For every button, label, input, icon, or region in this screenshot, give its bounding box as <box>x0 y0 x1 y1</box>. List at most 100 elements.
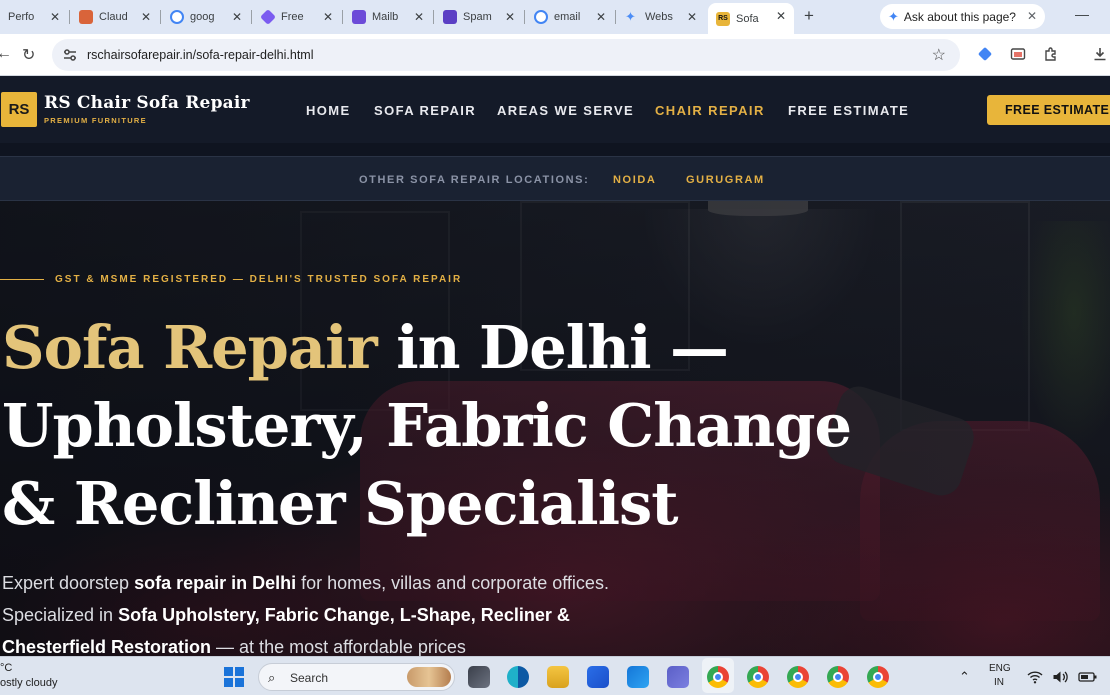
address-bar[interactable]: rschairsofarepair.in/sofa-repair-delhi.h… <box>52 39 960 71</box>
location-link-gurugram[interactable]: GURUGRAM <box>686 174 765 186</box>
gemini-spark-icon: ✦ <box>888 8 899 24</box>
download-icon[interactable] <box>1092 46 1108 62</box>
language-indicator[interactable]: ENG <box>989 663 1011 674</box>
tab-title: goog <box>190 11 215 23</box>
gemini-spark-icon: ✦ <box>625 9 636 24</box>
browser-tab[interactable]: goog ✕ <box>162 4 250 30</box>
headline-highlight: Sofa Repair <box>2 313 378 382</box>
battery-icon[interactable] <box>1078 670 1098 684</box>
browser-tab-active[interactable]: RS Sofa ✕ <box>708 3 794 34</box>
chrome-icon[interactable] <box>707 666 729 688</box>
tab-title: Mailb <box>372 11 399 23</box>
hero-section: GST & MSME REGISTERED — DELHI'S TRUSTED … <box>0 201 1110 656</box>
lead-emphasis: sofa repair in Delhi <box>134 573 297 593</box>
close-tab-icon[interactable]: ✕ <box>232 10 242 24</box>
mailbox-favicon-icon <box>352 10 366 24</box>
chrome-icon[interactable] <box>787 666 809 688</box>
location-link-noida[interactable]: NOIDA <box>613 174 656 186</box>
close-tab-icon[interactable]: ✕ <box>687 10 697 24</box>
tab-title: email <box>554 11 581 23</box>
logo-title[interactable]: RS Chair Sofa Repair <box>44 93 250 113</box>
chrome-icon[interactable] <box>867 666 889 688</box>
google-favicon-icon <box>170 10 184 24</box>
reload-icon[interactable]: ↻ <box>22 45 35 65</box>
headline-line1-rest: in Delhi — <box>376 313 729 382</box>
claude-favicon-icon <box>79 10 93 24</box>
file-explorer-icon[interactable] <box>547 666 569 688</box>
minimize-window-icon[interactable]: — <box>1075 6 1089 22</box>
weather-temp[interactable]: °C <box>0 662 12 674</box>
edge-browser-icon[interactable] <box>507 666 529 688</box>
other-locations-label: OTHER SOFA REPAIR LOCATIONS: <box>359 174 590 186</box>
tab-title: Perfo <box>8 11 35 23</box>
close-tab-icon[interactable]: ✕ <box>776 9 786 23</box>
chrome-icon[interactable] <box>747 666 769 688</box>
back-icon[interactable]: ← <box>0 45 12 63</box>
browser-tab[interactable]: Claud ✕ <box>71 4 159 30</box>
close-tab-icon[interactable]: ✕ <box>596 10 606 24</box>
task-view-icon[interactable] <box>468 666 490 688</box>
close-tab-icon[interactable]: ✕ <box>323 10 333 24</box>
browser-tab-strip: Perfo ✕ Claud ✕ goog ✕ Free ✕ Mailb ✕ Sp… <box>0 0 1110 34</box>
google-favicon-icon <box>534 10 548 24</box>
site-info-icon[interactable] <box>62 47 78 63</box>
new-tab-icon[interactable]: + <box>804 6 814 26</box>
close-tab-icon[interactable]: ✕ <box>414 10 424 24</box>
rs-favicon-icon: RS <box>716 11 730 26</box>
other-locations-bar: OTHER SOFA REPAIR LOCATIONS: NOIDA GURUG… <box>0 156 1110 201</box>
headline-line2: Upholstery, Fabric Change <box>2 391 852 460</box>
tab-separator <box>524 10 525 24</box>
extensions-icon[interactable] <box>1043 46 1059 62</box>
tab-separator <box>433 10 434 24</box>
logo-badge[interactable]: RS <box>1 92 37 127</box>
outlook-mail-icon[interactable] <box>627 666 649 688</box>
browser-tab[interactable]: Mailb ✕ <box>344 4 432 30</box>
free-estimate-button[interactable]: FREE ESTIMATE <box>987 95 1110 125</box>
close-tab-icon[interactable]: ✕ <box>50 10 60 24</box>
wifi-icon[interactable] <box>1027 670 1043 684</box>
tab-separator <box>69 10 70 24</box>
hero-eyebrow: GST & MSME REGISTERED — DELHI'S TRUSTED … <box>55 274 463 285</box>
tab-separator <box>342 10 343 24</box>
google-lens-icon[interactable] <box>977 46 993 62</box>
cube-favicon-icon <box>260 9 276 25</box>
show-hidden-icons-icon[interactable]: ⌃ <box>959 669 970 685</box>
url-text[interactable]: rschairsofarepair.in/sofa-repair-delhi.h… <box>87 48 313 62</box>
browser-tab[interactable]: email ✕ <box>526 4 614 30</box>
tab-title: Free <box>281 11 304 23</box>
cast-icon[interactable] <box>1010 46 1026 62</box>
nav-link-home[interactable]: HOME <box>306 103 351 118</box>
close-tab-icon[interactable]: ✕ <box>141 10 151 24</box>
search-icon: ⌕ <box>268 670 276 685</box>
lead-text: — at the most affordable prices <box>211 637 466 656</box>
browser-tab[interactable]: Free ✕ <box>253 4 341 30</box>
close-tab-icon[interactable]: ✕ <box>505 10 515 24</box>
bookmark-star-icon[interactable]: ☆ <box>932 45 946 65</box>
browser-toolbar: ← ↻ rschairsofarepair.in/sofa-repair-del… <box>0 34 1110 76</box>
close-chip-icon[interactable]: ✕ <box>1027 9 1037 23</box>
windows-start-icon[interactable] <box>224 667 244 687</box>
search-highlight-art <box>407 667 451 687</box>
teams-icon[interactable] <box>667 666 689 688</box>
logo-subtitle: PREMIUM FURNITURE <box>44 116 147 125</box>
ask-about-page-chip[interactable]: ✦ Ask about this page? ✕ <box>880 4 1045 29</box>
nav-link-free-estimate[interactable]: FREE ESTIMATE <box>788 103 909 118</box>
hero-lead: Expert doorstep sofa repair in Delhi for… <box>2 567 642 656</box>
tab-title: Claud <box>99 11 128 23</box>
taskbar-search-box[interactable]: ⌕ Search <box>258 663 455 691</box>
chrome-icon[interactable] <box>827 666 849 688</box>
weather-desc[interactable]: ostly cloudy <box>0 677 57 689</box>
language-region[interactable]: IN <box>994 677 1004 688</box>
nav-link-chair-repair[interactable]: CHAIR REPAIR <box>655 103 765 118</box>
nav-link-areas[interactable]: AREAS WE SERVE <box>497 103 634 118</box>
browser-tab[interactable]: Perfo ✕ <box>0 4 68 30</box>
browser-tab[interactable]: ✦ Webs ✕ <box>617 4 705 30</box>
volume-icon[interactable] <box>1052 670 1068 684</box>
nav-link-sofa-repair[interactable]: SOFA REPAIR <box>374 103 476 118</box>
ask-about-page-label: Ask about this page? <box>903 9 1016 24</box>
tab-title: Sofa <box>736 12 759 25</box>
microsoft-store-icon[interactable] <box>587 666 609 688</box>
tab-title: Spam <box>463 11 492 23</box>
browser-tab[interactable]: Spam ✕ <box>435 4 523 30</box>
hero-headline: Sofa Repair in Delhi — Upholstery, Fabri… <box>2 309 902 543</box>
